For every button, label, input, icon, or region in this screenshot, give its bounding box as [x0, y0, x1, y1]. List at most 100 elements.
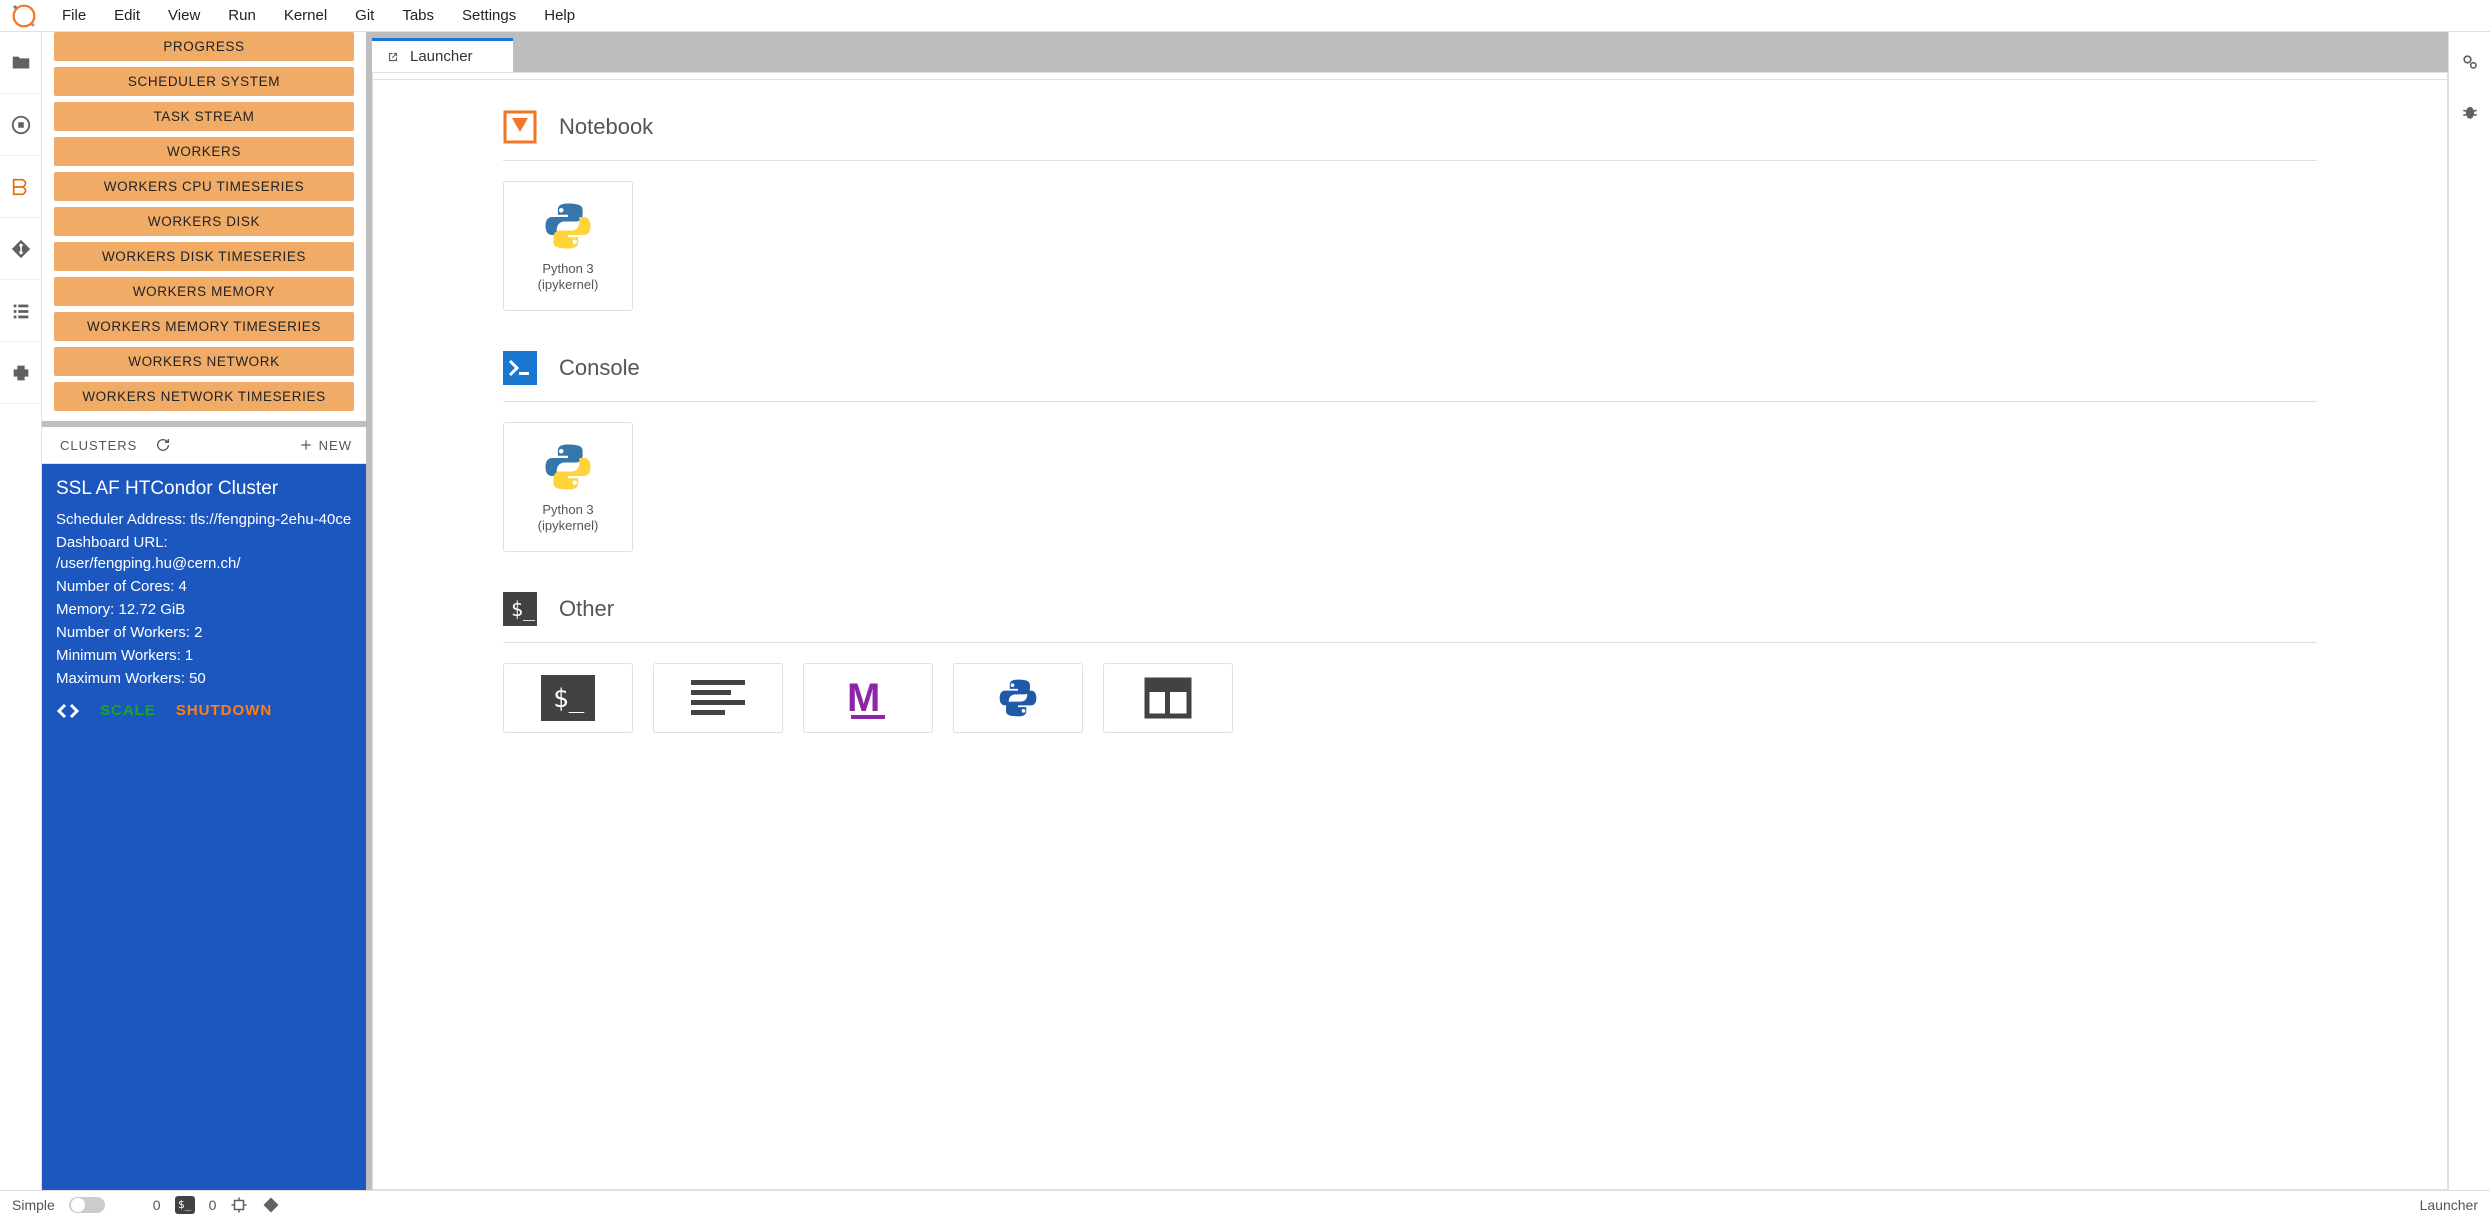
activity-dask[interactable] — [0, 156, 42, 218]
dask-btn-workers-network-timeseries[interactable]: WORKERS NETWORK TIMESERIES — [54, 382, 354, 411]
launcher-card-label: Python 3 (ipykernel) — [538, 502, 599, 533]
launcher-panel: Notebook Python 3 (ipykernel) — [372, 72, 2448, 1190]
status-terminals-count: 0 — [153, 1197, 161, 1213]
cluster-code-icon[interactable] — [56, 699, 80, 723]
main-area: Launcher Notebook — [372, 32, 2448, 1190]
puzzle-icon — [10, 362, 32, 384]
cluster-dashboard: Dashboard URL: /user/fengping.hu@cern.ch… — [56, 532, 352, 574]
cluster-cores: Number of Cores: 4 — [56, 576, 352, 597]
svg-text:$_: $_ — [553, 684, 585, 714]
launcher-card-help[interactable] — [1103, 663, 1233, 733]
clusters-heading: CLUSTERS — [60, 438, 137, 453]
text-file-icon — [691, 678, 745, 718]
cluster-card[interactable]: SSL AF HTCondor Cluster Scheduler Addres… — [42, 464, 366, 1190]
status-kernels-count: 0 — [209, 1197, 217, 1213]
menu-git[interactable]: Git — [341, 3, 388, 28]
dask-btn-scheduler-system[interactable]: SCHEDULER SYSTEM — [54, 67, 354, 96]
refresh-icon[interactable] — [155, 437, 171, 453]
right-rail — [2448, 32, 2490, 1190]
git-icon — [10, 238, 32, 260]
clusters-header: CLUSTERS NEW — [42, 421, 366, 464]
cluster-scale-button[interactable]: SCALE — [100, 700, 156, 721]
list-icon — [10, 300, 32, 322]
cluster-nworkers: Number of Workers: 2 — [56, 622, 352, 643]
launcher-card-label: Python 3 (ipykernel) — [538, 261, 599, 292]
tabbar: Launcher — [372, 38, 2448, 72]
dask-btn-task-stream[interactable]: TASK STREAM — [54, 102, 354, 131]
dask-btn-progress[interactable]: PROGRESS — [54, 32, 354, 61]
jupyter-logo — [10, 2, 38, 30]
cluster-shutdown-button[interactable]: SHUTDOWN — [176, 700, 272, 721]
tab-label: Launcher — [410, 48, 473, 65]
terminal-status-icon[interactable]: $_ — [175, 1196, 195, 1214]
other-section-title: Other — [559, 596, 614, 622]
activity-running[interactable] — [0, 94, 42, 156]
svg-text:$_: $_ — [511, 597, 536, 621]
section-other: $_ Other $_ M — [503, 592, 2317, 733]
folder-icon — [10, 52, 32, 74]
menu-edit[interactable]: Edit — [100, 3, 154, 28]
menu-file[interactable]: File — [48, 3, 100, 28]
menu-kernel[interactable]: Kernel — [270, 3, 341, 28]
property-inspector-button[interactable] — [2460, 52, 2480, 72]
statusbar: Simple 0 $_ 0 Launcher — [0, 1190, 2490, 1218]
status-mode: Launcher — [2420, 1197, 2478, 1213]
dask-btn-workers-memory[interactable]: WORKERS MEMORY — [54, 277, 354, 306]
activity-toc[interactable] — [0, 280, 42, 342]
notebook-section-title: Notebook — [559, 114, 653, 140]
menu-help[interactable]: Help — [530, 3, 589, 28]
dask-dashboard-buttons: PROGRESS SCHEDULER SYSTEM TASK STREAM WO… — [42, 32, 366, 421]
dask-btn-workers-memory-timeseries[interactable]: WORKERS MEMORY TIMESERIES — [54, 312, 354, 341]
stop-circle-icon — [10, 114, 32, 136]
git-status-icon[interactable] — [262, 1196, 280, 1214]
cluster-title: SSL AF HTCondor Cluster — [56, 476, 352, 503]
section-notebook: Notebook Python 3 (ipykernel) — [503, 110, 2317, 311]
dask-btn-workers-disk[interactable]: WORKERS DISK — [54, 207, 354, 236]
launcher-card-notebook-python3[interactable]: Python 3 (ipykernel) — [503, 181, 633, 311]
activity-files[interactable] — [0, 32, 42, 94]
tab-launcher[interactable]: Launcher — [372, 38, 513, 72]
launch-icon — [386, 50, 400, 64]
activity-bar — [0, 32, 42, 1190]
contextual-help-icon — [1141, 676, 1195, 720]
left-panel: PROGRESS SCHEDULER SYSTEM TASK STREAM WO… — [42, 32, 372, 1190]
console-section-icon — [503, 351, 537, 385]
dask-btn-workers-network[interactable]: WORKERS NETWORK — [54, 347, 354, 376]
launcher-card-terminal[interactable]: $_ — [503, 663, 633, 733]
section-console: Console Python 3 (ipykernel) — [503, 351, 2317, 552]
dask-btn-workers-disk-timeseries[interactable]: WORKERS DISK TIMESERIES — [54, 242, 354, 271]
menu-settings[interactable]: Settings — [448, 3, 530, 28]
gears-icon — [2460, 52, 2480, 72]
dask-btn-workers-cpu-timeseries[interactable]: WORKERS CPU TIMESERIES — [54, 172, 354, 201]
activity-extensions[interactable] — [0, 342, 42, 404]
plus-icon — [299, 438, 313, 452]
cluster-scheduler: Scheduler Address: tls://fengping-2ehu-4… — [56, 509, 352, 530]
python-icon — [541, 199, 595, 253]
python-icon — [993, 676, 1043, 720]
cluster-memory: Memory: 12.72 GiB — [56, 599, 352, 620]
python-icon — [541, 440, 595, 494]
launcher-card-markdown[interactable]: M — [803, 663, 933, 733]
simple-mode-toggle[interactable] — [69, 1197, 105, 1213]
other-section-icon: $_ — [503, 592, 537, 626]
new-cluster-label: NEW — [319, 438, 352, 453]
dask-icon — [10, 176, 32, 198]
launcher-card-console-python3[interactable]: Python 3 (ipykernel) — [503, 422, 633, 552]
menu-tabs[interactable]: Tabs — [388, 3, 448, 28]
new-cluster-button[interactable]: NEW — [299, 438, 352, 453]
svg-text:M: M — [847, 676, 880, 720]
menu-run[interactable]: Run — [214, 3, 270, 28]
debugger-button[interactable] — [2460, 102, 2480, 122]
cluster-max: Maximum Workers: 50 — [56, 668, 352, 689]
activity-git[interactable] — [0, 218, 42, 280]
menu-view[interactable]: View — [154, 3, 214, 28]
bug-icon — [2460, 102, 2480, 122]
launcher-card-text[interactable] — [653, 663, 783, 733]
terminal-icon: $_ — [541, 675, 595, 721]
launcher-card-python-file[interactable] — [953, 663, 1083, 733]
notebook-section-icon — [503, 110, 537, 144]
cluster-min: Minimum Workers: 1 — [56, 645, 352, 666]
dask-btn-workers[interactable]: WORKERS — [54, 137, 354, 166]
kernel-status-icon[interactable] — [230, 1196, 248, 1214]
console-section-title: Console — [559, 355, 640, 381]
